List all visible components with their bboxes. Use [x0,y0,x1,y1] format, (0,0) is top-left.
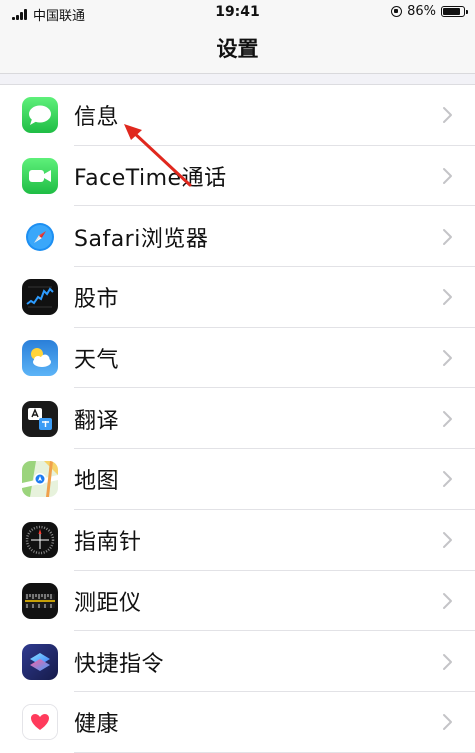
status-right: 86% [391,4,468,19]
chevron-right-icon [443,228,452,245]
chevron-right-icon [443,107,452,124]
settings-row-label: 信息 [74,105,120,131]
settings-row-label: 地图 [74,469,120,495]
messages-icon [22,97,58,134]
settings-row-messages[interactable]: 信息 [0,85,475,146]
chevron-right-icon [443,289,452,306]
stocks-icon [22,279,58,316]
shortcuts-icon [22,643,58,680]
settings-row-shortcuts[interactable]: 快捷指令 [0,631,475,692]
settings-row-facetime[interactable]: FaceTime通话 [0,145,475,207]
weather-icon [22,340,58,377]
settings-row-label: 快捷指令 [74,651,165,677]
facetime-icon [22,158,58,195]
settings-row-weather[interactable]: 天气 [0,327,475,389]
battery-icon [441,6,468,17]
translate-icon [22,400,58,437]
settings-row-translate[interactable]: 翻译 [0,388,475,450]
settings-row-label: Safari浏览器 [74,226,209,252]
nav-bar: 设置 [0,26,475,74]
settings-row-health[interactable]: 健康 [0,691,475,753]
settings-row-measure[interactable]: 测距仪 [0,570,475,632]
health-icon [22,704,58,741]
settings-row-label: 测距仪 [74,590,142,616]
chevron-right-icon [443,471,452,488]
chevron-right-icon [443,410,452,427]
rotation-lock-icon [391,6,403,17]
chevron-right-icon [443,592,452,609]
settings-row-label: FaceTime通话 [74,166,227,192]
settings-row-label: 天气 [74,348,120,374]
chevron-right-icon [443,714,452,731]
settings-row-safari[interactable]: Safari浏览器 [0,206,475,268]
settings-row-compass[interactable]: 指南针 [0,509,475,571]
settings-row-label: 股市 [74,287,120,313]
safari-icon [22,218,58,255]
settings-row-stocks[interactable]: 股市 [0,267,475,328]
maps-icon [22,461,58,498]
chevron-right-icon [443,532,452,549]
measure-icon [22,582,58,619]
chevron-right-icon [443,653,452,670]
page-title: 设置 [216,37,259,61]
compass-icon [22,522,58,559]
settings-list: 信息 FaceTime通话 Safari浏览器 股市 天气 翻译 地图 指南针 … [0,84,475,753]
status-bar: 中国联通 19:41 86% [0,0,475,26]
chevron-right-icon [443,168,452,185]
settings-row-maps[interactable]: 地图 [0,449,475,510]
settings-row-label: 翻译 [74,408,120,434]
settings-row-label: 指南针 [74,530,142,556]
chevron-right-icon [443,350,452,367]
battery-percent: 86% [407,4,436,19]
settings-row-label: 健康 [74,712,120,738]
settings-screen: 中国联通 19:41 86% 设置 信息 FaceTime通话 Safari浏览… [0,0,475,753]
battery-fill [443,8,461,15]
